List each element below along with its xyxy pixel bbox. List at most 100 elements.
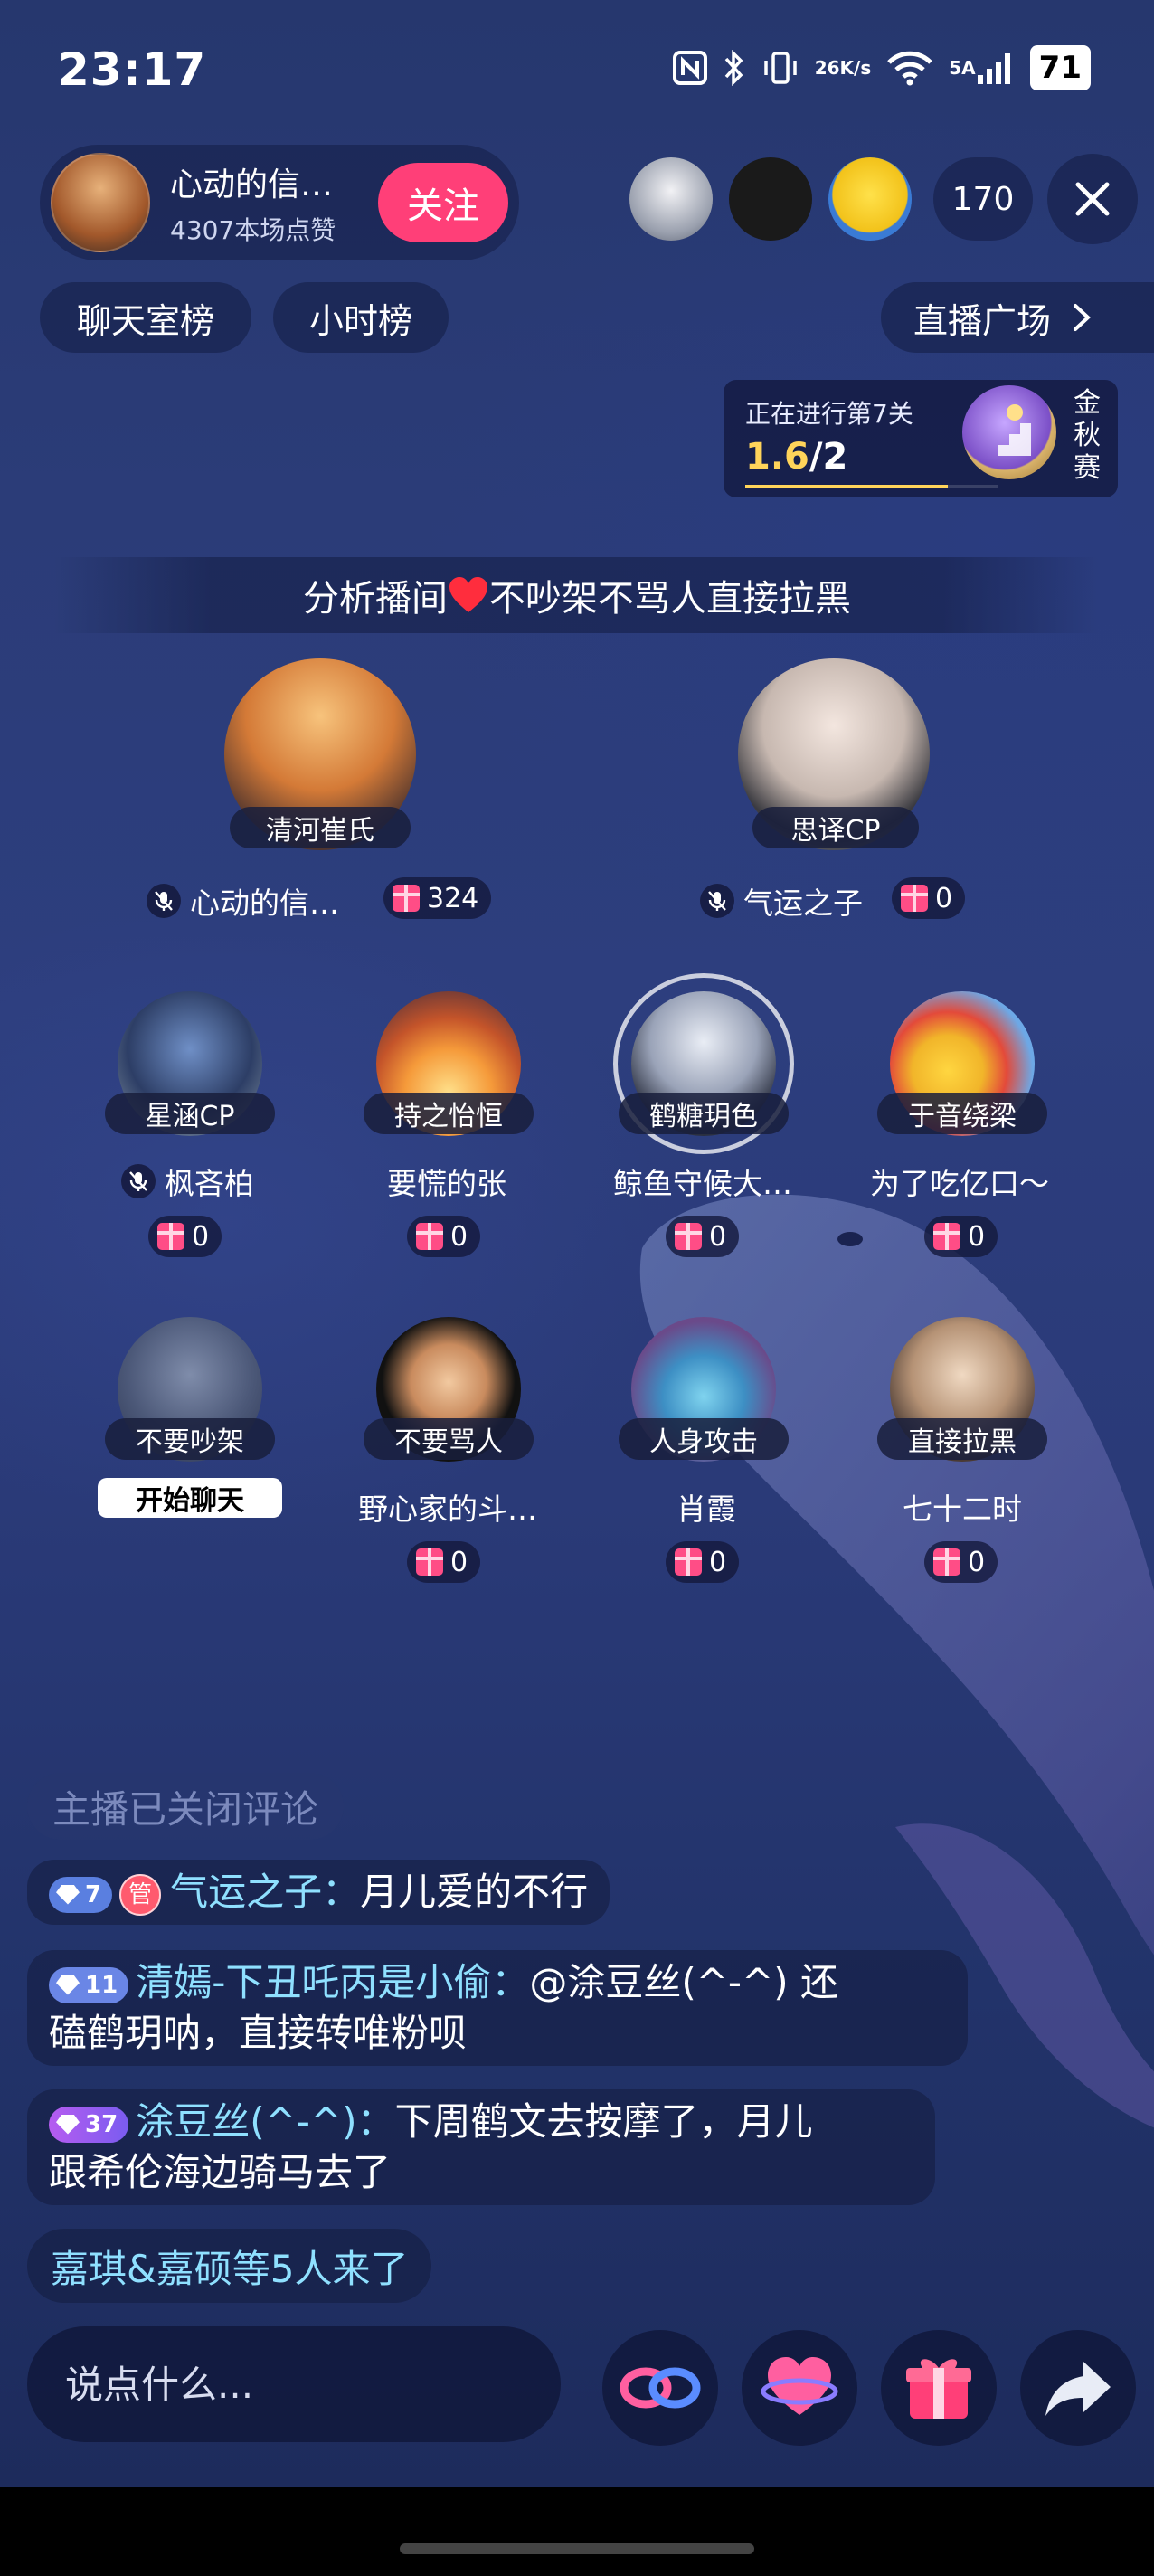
seat-username: 为了吃亿口～ [870, 1166, 1049, 1201]
chat-text: 下周鹤文去按摩了，月儿 [394, 2099, 813, 2144]
seat-label: 人身攻击 [619, 1418, 789, 1460]
seat-user[interactable]: 鲸鱼守候大… [613, 1160, 792, 1203]
host-info[interactable]: 心动的信… 4307本场点赞 关注 [40, 145, 519, 260]
chat-line: 跟希伦海边骑马去了 [49, 2150, 392, 2194]
chat-nickname[interactable]: 涂豆丝(^-^) [136, 2099, 356, 2144]
heart-planet-icon [761, 2357, 838, 2415]
level-badge: 11 [49, 1966, 129, 2003]
season-char: 赛 [1074, 452, 1101, 484]
seat-username: 肖霞 [676, 1492, 736, 1527]
level-title: 正在进行第7关 [745, 399, 913, 429]
seat-label: 直接拉黑 [877, 1418, 1047, 1460]
viewer-avatar[interactable] [729, 157, 812, 241]
seat-gift-count: 0 [148, 1216, 222, 1257]
follow-button[interactable]: 关注 [378, 163, 508, 242]
seat-username: 鲸鱼守候大… [613, 1166, 792, 1201]
host-likes: 4307本场点赞 [170, 215, 336, 245]
level-progress-card[interactable]: 正在进行第7关 1.6/2 金 秋 赛 [724, 380, 1118, 497]
room-title-end: 不吵架不骂人直接拉黑 [489, 578, 851, 620]
level-value: 7 [85, 1880, 102, 1908]
hourly-rank-chip[interactable]: 小时榜 [273, 282, 449, 353]
navigation-bar [0, 2487, 1154, 2576]
gift-count-value: 0 [709, 1546, 727, 1578]
seat-username: 野心家的斗… [358, 1492, 537, 1527]
host-avatar[interactable] [51, 153, 150, 252]
season-char: 秋 [1074, 420, 1101, 451]
level-progress-track [745, 485, 998, 488]
comment-input[interactable] [27, 2326, 561, 2442]
chat-line: 37 涂豆丝(^-^)：下周鹤文去按摩了，月儿 [49, 2097, 913, 2147]
heart-button[interactable] [742, 2330, 857, 2446]
status-time: 23:17 [58, 43, 207, 96]
seat-user[interactable]: 七十二时 [903, 1485, 1022, 1529]
seat-user[interactable]: 野心家的斗… [358, 1485, 537, 1529]
seat-user[interactable]: 气运之子 [700, 879, 863, 923]
gift-count-value: 0 [935, 882, 953, 914]
seat-user[interactable]: 为了吃亿口～ [870, 1160, 1049, 1203]
chat-message[interactable]: 7 管气运之子：月儿爱的不行 [27, 1860, 610, 1925]
nfc-icon [672, 45, 708, 90]
signal-label: 5A [949, 57, 976, 79]
cell-signal-icon: 5A [949, 45, 1015, 90]
share-button[interactable] [1020, 2330, 1136, 2446]
seat-label: 思译CP [752, 807, 919, 848]
close-button[interactable] [1047, 154, 1138, 244]
chat-message[interactable]: 37 涂豆丝(^-^)：下周鹤文去按摩了，月儿 跟希伦海边骑马去了 [27, 2089, 935, 2205]
gift-icon [901, 885, 928, 912]
viewer-avatar[interactable] [629, 157, 713, 241]
host-text: 心动的信… 4307本场点赞 [170, 158, 369, 247]
stairs-trophy-icon [962, 385, 1056, 479]
gift-icon [933, 1223, 960, 1250]
admin-badge: 管 [119, 1873, 162, 1916]
seat-gift-count: 0 [666, 1541, 740, 1583]
link-icon [620, 2367, 701, 2409]
level-current: 1.6 [745, 436, 809, 478]
gift-count-value: 0 [450, 1220, 468, 1253]
level-progress: 1.6/2 [745, 436, 847, 478]
gift-icon [906, 2359, 971, 2419]
seat-username: 气运之子 [743, 886, 863, 921]
link-button[interactable] [602, 2330, 718, 2446]
chat-line: 磕鹤玥呐，直接转唯粉呗 [49, 2011, 468, 2055]
chatroom-rank-chip[interactable]: 聊天室榜 [40, 282, 251, 353]
chat-nickname[interactable]: 气运之子 [170, 1870, 322, 1914]
seat-user[interactable]: 要慌的张 [387, 1160, 506, 1203]
gift-button[interactable] [881, 2330, 997, 2446]
seat-user[interactable]: 心动的信… [147, 879, 339, 923]
viewer-count[interactable]: 170 [933, 157, 1033, 241]
plaza-label: 直播广场 [913, 300, 1052, 341]
start-chat-button[interactable]: 开始聊天 [98, 1478, 282, 1518]
viewer-avatar[interactable] [828, 157, 912, 241]
close-icon [1075, 182, 1110, 216]
battery-indicator: 71 [1029, 45, 1091, 90]
chat-text: 月儿爱的不行 [360, 1870, 589, 1914]
net-speed-value: 26 [814, 57, 840, 79]
net-speed-unit: K/s [839, 57, 872, 79]
room-title-start: 分析播间 [303, 578, 448, 620]
diamond-icon [56, 1975, 80, 1995]
gift-count-value: 0 [968, 1220, 986, 1253]
status-icons: 26 K/s 5A 71 [672, 45, 1091, 90]
live-plaza-link[interactable]: 直播广场 [881, 282, 1154, 353]
gift-icon [416, 1548, 443, 1576]
level-value: 37 [85, 2110, 118, 2138]
seat-gift-count: 0 [666, 1216, 740, 1257]
chat-message[interactable]: 11 清嫣-下丑吒丙是小偷：@涂豆丝(^-^) 还 磕鹤玥呐，直接转唯粉呗 [27, 1950, 968, 2066]
chevron-right-icon [1074, 304, 1091, 331]
gift-icon [416, 1223, 443, 1250]
seat-gift-count: 0 [892, 877, 966, 919]
seat-user[interactable]: 枫吝柏 [121, 1160, 254, 1203]
seat-label: 鹤糖玥色 [619, 1093, 789, 1134]
gift-count-value: 0 [709, 1220, 727, 1253]
gift-icon [675, 1548, 702, 1576]
season-char: 金 [1074, 387, 1101, 419]
diamond-icon [56, 2114, 80, 2135]
mic-muted-icon [147, 884, 181, 918]
seat-gift-count: 0 [924, 1216, 998, 1257]
seat-user[interactable]: 肖霞 [676, 1485, 736, 1529]
comments-closed-notice: 主播已关闭评论 [27, 1773, 345, 1840]
seat-username: 要慌的张 [387, 1166, 506, 1201]
chat-nickname[interactable]: 清嫣-下丑吒丙是小偷 [136, 1960, 491, 2004]
mic-muted-icon [700, 884, 734, 918]
home-indicator[interactable] [400, 2543, 754, 2554]
